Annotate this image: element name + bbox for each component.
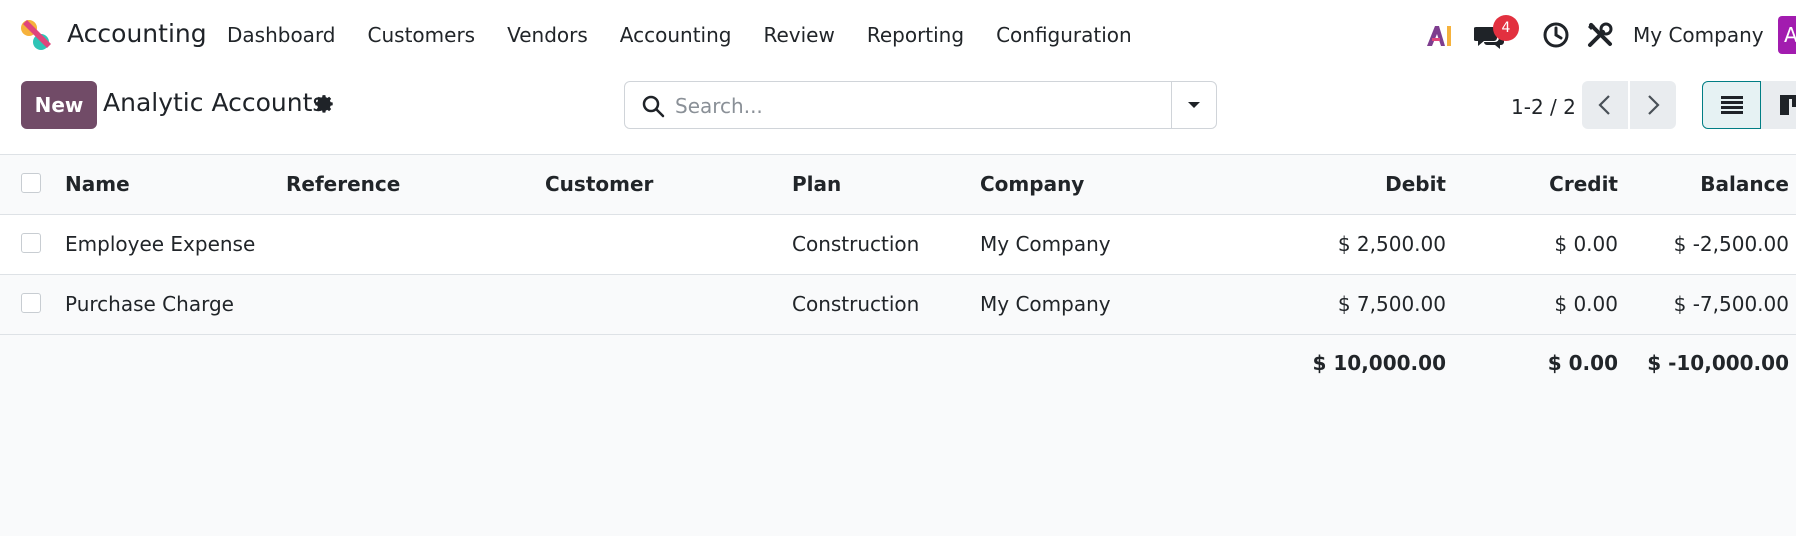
total-credit: $ 0.00 bbox=[1547, 351, 1618, 375]
new-button[interactable]: New bbox=[21, 81, 97, 129]
menu-configuration[interactable]: Configuration bbox=[996, 23, 1132, 47]
table-row[interactable]: Employee Expense Construction My Company… bbox=[0, 215, 1796, 275]
column-header-credit[interactable]: Credit bbox=[1549, 155, 1618, 214]
pager-value[interactable]: 1-2 / 2 bbox=[1511, 95, 1576, 119]
row-checkbox[interactable] bbox=[21, 233, 41, 253]
pager-next-button[interactable] bbox=[1630, 81, 1676, 129]
chevron-right-icon bbox=[1648, 95, 1660, 115]
row-checkbox[interactable] bbox=[21, 293, 41, 313]
ai-icon[interactable] bbox=[1424, 20, 1454, 50]
menu-vendors[interactable]: Vendors bbox=[507, 23, 588, 47]
column-header-reference[interactable]: Reference bbox=[286, 155, 400, 214]
menu-review[interactable]: Review bbox=[763, 23, 834, 47]
cell-name: Purchase Charge bbox=[65, 292, 234, 316]
cell-balance: $ -2,500.00 bbox=[1673, 232, 1789, 256]
tools-icon[interactable] bbox=[1585, 20, 1615, 50]
app-name[interactable]: Accounting bbox=[67, 19, 207, 48]
kanban-view-icon bbox=[1780, 95, 1796, 115]
list-view-button[interactable] bbox=[1702, 81, 1761, 129]
user-avatar[interactable]: A bbox=[1778, 16, 1796, 54]
accounting-app-icon[interactable] bbox=[19, 18, 53, 52]
chevron-left-icon bbox=[1598, 95, 1610, 115]
search-options-toggle[interactable] bbox=[1171, 82, 1216, 128]
column-header-plan[interactable]: Plan bbox=[792, 155, 841, 214]
total-balance: $ -10,000.00 bbox=[1647, 351, 1789, 375]
search-icon bbox=[642, 95, 665, 118]
column-header-name[interactable]: Name bbox=[65, 155, 130, 214]
kanban-view-button[interactable] bbox=[1761, 81, 1796, 129]
messages-badge: 4 bbox=[1493, 15, 1519, 41]
table-header: Name Reference Customer Plan Company Deb… bbox=[0, 155, 1796, 215]
top-navbar: Accounting Dashboard Customers Vendors A… bbox=[0, 0, 1796, 69]
menu-reporting[interactable]: Reporting bbox=[867, 23, 964, 47]
main-menu: Dashboard Customers Vendors Accounting R… bbox=[227, 23, 1164, 47]
gear-icon[interactable] bbox=[314, 94, 336, 116]
cell-balance: $ -7,500.00 bbox=[1673, 292, 1789, 316]
totals-row: $ 10,000.00 $ 0.00 $ -10,000.00 bbox=[0, 335, 1796, 391]
page-title: Analytic Accounts bbox=[103, 88, 326, 117]
cell-debit: $ 2,500.00 bbox=[1337, 232, 1446, 256]
cell-plan: Construction bbox=[792, 292, 920, 316]
pager-previous-button[interactable] bbox=[1582, 81, 1628, 129]
control-panel: New Analytic Accounts 1-2 / 2 bbox=[0, 69, 1796, 155]
cell-credit: $ 0.00 bbox=[1554, 232, 1618, 256]
caret-down-icon bbox=[1188, 102, 1200, 108]
column-header-debit[interactable]: Debit bbox=[1385, 155, 1446, 214]
list-view-icon bbox=[1720, 96, 1743, 114]
search-input[interactable] bbox=[673, 90, 1137, 122]
column-header-balance[interactable]: Balance bbox=[1700, 155, 1789, 214]
cell-plan: Construction bbox=[792, 232, 920, 256]
cell-company: My Company bbox=[980, 232, 1111, 256]
cell-name: Employee Expense bbox=[65, 232, 256, 256]
menu-dashboard[interactable]: Dashboard bbox=[227, 23, 336, 47]
analytic-accounts-list: Name Reference Customer Plan Company Deb… bbox=[0, 155, 1796, 391]
cell-credit: $ 0.00 bbox=[1554, 292, 1618, 316]
clock-icon[interactable] bbox=[1541, 20, 1571, 50]
search-bar bbox=[624, 81, 1217, 129]
menu-customers[interactable]: Customers bbox=[368, 23, 476, 47]
column-header-customer[interactable]: Customer bbox=[545, 155, 653, 214]
total-debit: $ 10,000.00 bbox=[1312, 351, 1447, 375]
column-header-company[interactable]: Company bbox=[980, 155, 1084, 214]
menu-accounting[interactable]: Accounting bbox=[620, 23, 732, 47]
select-all-checkbox[interactable] bbox=[21, 173, 41, 193]
cell-debit: $ 7,500.00 bbox=[1337, 292, 1446, 316]
table-row[interactable]: Purchase Charge Construction My Company … bbox=[0, 275, 1796, 335]
company-switcher[interactable]: My Company bbox=[1633, 23, 1764, 47]
cell-company: My Company bbox=[980, 292, 1111, 316]
